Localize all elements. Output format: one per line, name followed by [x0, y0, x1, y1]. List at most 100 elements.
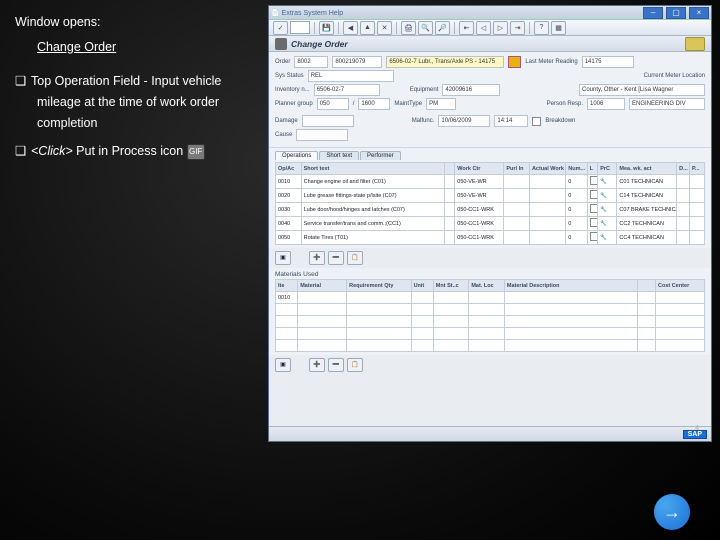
- order-number-field[interactable]: 800219079: [332, 56, 382, 68]
- select-all-icon[interactable]: ▣: [275, 251, 291, 265]
- window-opens-label: Window opens:: [15, 12, 260, 33]
- ops-col-header: Num...: [566, 163, 587, 175]
- row-checkbox[interactable]: [590, 218, 598, 227]
- wrench-icon: 🔧: [598, 189, 617, 203]
- next-slide-button[interactable]: →: [654, 494, 690, 530]
- mat-delete-row-icon[interactable]: ➖: [328, 358, 344, 372]
- tab-operations[interactable]: Operations: [275, 151, 318, 160]
- prev-page-icon[interactable]: ◁: [476, 21, 491, 35]
- malfunc-time-field[interactable]: 14:14: [494, 115, 528, 127]
- malfunc-date-field[interactable]: 10/06/2009: [438, 115, 490, 127]
- ops-col-header: Short text: [301, 163, 444, 175]
- materials-table[interactable]: IteMaterialRequirement QtyUnitMnt St..cM…: [275, 279, 705, 352]
- exit-icon[interactable]: ▲: [360, 21, 375, 35]
- order-type-field[interactable]: 8002: [294, 56, 328, 68]
- put-in-process-icon: GIF: [187, 144, 205, 160]
- order-desc-field[interactable]: 6506-02-7 Lubr., Trans/Axle PS - 14175: [386, 56, 504, 68]
- equipment-field[interactable]: 42009616: [442, 84, 500, 96]
- mat-col-header: Material Description: [504, 280, 637, 292]
- status-bar: SAP: [269, 426, 711, 441]
- mat-select-all-icon[interactable]: ▣: [275, 358, 291, 372]
- minimize-button[interactable]: –: [643, 7, 663, 19]
- order-label: Order: [275, 59, 290, 65]
- find-next-icon[interactable]: 🔎: [435, 21, 450, 35]
- damage-field[interactable]: [302, 115, 354, 127]
- insert-row-icon[interactable]: ➕: [309, 251, 325, 265]
- county-other-field: County, Other - Kent [Lisa Wagner: [579, 84, 705, 96]
- app-logo-icon: [685, 37, 705, 51]
- table-row[interactable]: 0050Rotate Tires (T01)050-CC1-WRK0🔧CC4 T…: [276, 231, 705, 245]
- row-checkbox[interactable]: [590, 190, 598, 199]
- table-row[interactable]: [276, 328, 705, 340]
- mat-row-buttons: ▣ ➕ ➖ 📋: [269, 355, 711, 375]
- breakdown-label: Breakdown: [545, 118, 575, 124]
- menu-bar[interactable]: 📄 Extras System Help: [271, 9, 343, 17]
- arrow-right-icon: →: [663, 502, 681, 523]
- wrench-icon: 🔧: [598, 231, 617, 245]
- mat-col-header: Mat. Loc: [469, 280, 505, 292]
- mat-col-header: Requirement Qty: [347, 280, 411, 292]
- row-checkbox[interactable]: [590, 204, 598, 213]
- command-field[interactable]: [290, 21, 310, 34]
- ops-col-header: [444, 163, 455, 175]
- ops-col-header: D...: [677, 163, 690, 175]
- screen-title: Change Order: [291, 39, 348, 49]
- operations-tabs: Operations Short text Performer: [275, 151, 705, 160]
- print-icon[interactable]: 🖨: [401, 21, 416, 35]
- titlebar: 📄 Extras System Help – ▢ ×: [269, 6, 711, 20]
- inventory-field[interactable]: 6506-02-7: [314, 84, 380, 96]
- maximize-button[interactable]: ▢: [666, 7, 686, 19]
- table-row[interactable]: [276, 304, 705, 316]
- layout-icon[interactable]: ▦: [551, 21, 566, 35]
- malfunc-label: Malfunc.: [412, 118, 435, 124]
- page-number: 4: [695, 425, 699, 432]
- table-row[interactable]: [276, 340, 705, 352]
- close-button[interactable]: ×: [689, 7, 709, 19]
- person-resp-field[interactable]: 1006: [587, 98, 625, 110]
- table-row[interactable]: [276, 316, 705, 328]
- last-page-icon[interactable]: ⇥: [510, 21, 525, 35]
- cause-field[interactable]: [296, 129, 348, 141]
- operations-table[interactable]: Op/AcShort textWork CtrPurl InActual Wor…: [275, 162, 705, 245]
- tab-short-text[interactable]: Short text: [319, 151, 359, 160]
- mat-col-header: [638, 280, 656, 292]
- delete-row-icon[interactable]: ➖: [328, 251, 344, 265]
- tab-performer[interactable]: Performer: [360, 151, 401, 160]
- find-icon[interactable]: 🔍: [418, 21, 433, 35]
- mat-col-header: Material: [298, 280, 347, 292]
- materials-section: Materials Used IteMaterialRequirement Qt…: [269, 268, 711, 355]
- table-row[interactable]: 0030Lube door/hood/hinges and latches (C…: [276, 203, 705, 217]
- save-icon[interactable]: 💾: [319, 21, 334, 35]
- back-icon[interactable]: ◀: [343, 21, 358, 35]
- breakdown-checkbox[interactable]: [532, 117, 541, 126]
- equipment-label: Equipment: [410, 87, 439, 93]
- first-page-icon[interactable]: ⇤: [459, 21, 474, 35]
- row-checkbox[interactable]: [590, 232, 598, 241]
- mat-copy-row-icon[interactable]: 📋: [347, 358, 363, 372]
- help-icon[interactable]: ?: [534, 21, 549, 35]
- planner-field-2[interactable]: 1600: [358, 98, 390, 110]
- last-meter-field[interactable]: 14175: [582, 56, 634, 68]
- copy-row-icon[interactable]: 📋: [347, 251, 363, 265]
- sys-status-label: Sys Status: [275, 73, 304, 79]
- planner-field-1[interactable]: 050: [317, 98, 349, 110]
- mat-insert-row-icon[interactable]: ➕: [309, 358, 325, 372]
- maint-type-field[interactable]: PM: [426, 98, 456, 110]
- materials-title: Materials Used: [275, 271, 705, 278]
- window-name: Change Order: [15, 37, 260, 58]
- table-row[interactable]: 0010Change engine oil and filter (C01)05…: [276, 175, 705, 189]
- enter-icon[interactable]: ✓: [273, 21, 288, 35]
- bolt-icon[interactable]: [508, 56, 521, 68]
- ops-col-header: L: [587, 163, 598, 175]
- ops-col-header: Actual Work: [529, 163, 565, 175]
- cause-label: Cause: [275, 132, 292, 138]
- cancel-icon[interactable]: ✕: [377, 21, 392, 35]
- table-row[interactable]: 0040Service transfer/trans and comm.;(CC…: [276, 217, 705, 231]
- ops-row-buttons: ▣ ➕ ➖ 📋: [269, 248, 711, 268]
- table-row[interactable]: 0010: [276, 292, 705, 304]
- ops-col-header: Mea. wk. act: [617, 163, 677, 175]
- row-checkbox[interactable]: [590, 176, 598, 185]
- put-in-process-toolbar-icon[interactable]: [275, 38, 287, 50]
- next-page-icon[interactable]: ▷: [493, 21, 508, 35]
- table-row[interactable]: 0020Lube grease fittings-state p/lsite (…: [276, 189, 705, 203]
